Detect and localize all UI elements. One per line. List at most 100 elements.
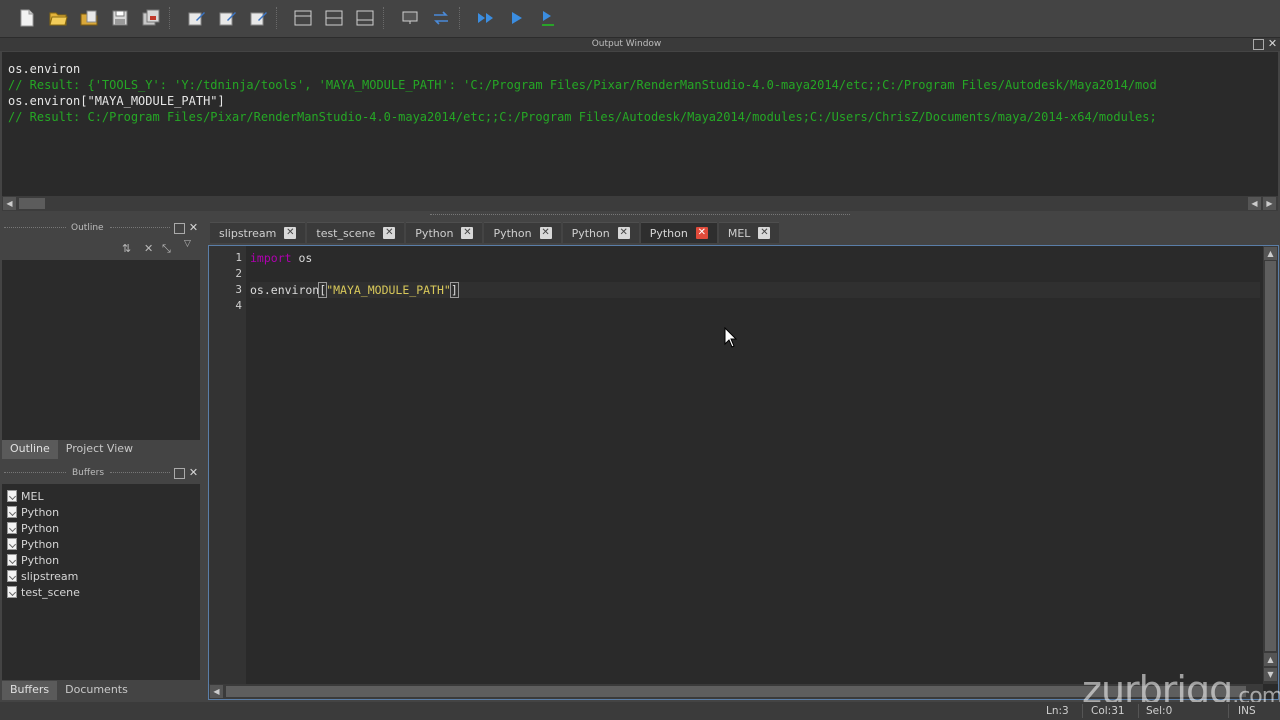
line-number: 2 — [235, 267, 242, 280]
new-file-button[interactable] — [14, 5, 40, 31]
fast-forward-icon — [478, 13, 493, 23]
tab-python-active[interactable]: Python ✕ — [640, 222, 717, 243]
tab-label: Python — [493, 226, 532, 240]
save-button[interactable] — [107, 5, 133, 31]
output-horizontal-scrollbar[interactable]: ◀ ◀ ▶ — [2, 196, 1278, 211]
panel-grip[interactable] — [4, 472, 66, 475]
tab-slipstream[interactable]: slipstream ✕ — [210, 222, 306, 243]
buffer-item[interactable]: Python — [2, 520, 200, 536]
layout-middle-button[interactable] — [321, 5, 347, 31]
line-number: 4 — [235, 299, 242, 312]
layout-split-icon — [325, 10, 343, 26]
edit-action-2-button[interactable] — [214, 5, 240, 31]
scroll-right-icon[interactable]: ▶ — [1263, 197, 1276, 210]
scroll-left-icon[interactable]: ◀ — [1248, 197, 1261, 210]
outline-tree[interactable] — [2, 260, 200, 440]
outline-toolbar: ⇅ ✕ ⤡ ▽ — [120, 239, 200, 258]
close-icon[interactable]: ✕ — [1267, 38, 1278, 50]
buffer-item[interactable]: Python — [2, 552, 200, 568]
execute-button[interactable] — [504, 5, 530, 31]
close-tab-icon[interactable]: ✕ — [758, 227, 771, 239]
layout-top-icon — [294, 10, 312, 26]
buffer-item-label: Python — [21, 521, 60, 535]
scrollbar-thumb[interactable] — [1265, 261, 1276, 651]
close-tab-icon[interactable]: ✕ — [383, 227, 396, 239]
tab-label: Python — [571, 226, 610, 240]
identifier-token: os.environ — [250, 283, 320, 297]
new-file-icon — [20, 9, 34, 27]
tab-label: Python — [649, 226, 688, 240]
scroll-left-icon[interactable]: ◀ — [3, 197, 16, 210]
code-area[interactable]: import os os.environ["MAYA_MODULE_PATH"] — [250, 246, 1260, 684]
code-line-3[interactable]: os.environ["MAYA_MODULE_PATH"] — [250, 282, 1260, 298]
tab-python-3[interactable]: Python ✕ — [562, 222, 639, 243]
close-tab-icon[interactable]: ✕ — [695, 227, 708, 239]
save-all-icon — [142, 9, 160, 26]
tab-documents[interactable]: Documents — [57, 681, 136, 700]
float-panel-icon[interactable] — [174, 223, 185, 234]
float-panel-icon[interactable] — [174, 468, 185, 479]
tab-project-view[interactable]: Project View — [58, 440, 141, 459]
close-tab-icon[interactable]: ✕ — [461, 227, 474, 239]
tab-python-1[interactable]: Python ✕ — [406, 222, 483, 243]
edit-action-1-button[interactable] — [183, 5, 209, 31]
bracket-token: ] — [449, 282, 459, 298]
panel-grip[interactable] — [4, 227, 66, 230]
folder-open-icon — [49, 12, 68, 26]
buffer-item[interactable]: test_scene — [2, 584, 200, 600]
scroll-left-icon[interactable]: ◀ — [210, 685, 223, 698]
scroll-up-icon[interactable]: ▲ — [1264, 247, 1277, 260]
tab-buffers[interactable]: Buffers — [2, 681, 58, 700]
close-tab-icon[interactable]: ✕ — [284, 227, 297, 239]
buffer-item[interactable]: MEL — [2, 488, 200, 504]
output-window-content[interactable]: os.environ // Result: {'TOOLS_Y': 'Y:/td… — [2, 52, 1278, 196]
tab-python-2[interactable]: Python ✕ — [484, 222, 561, 243]
panel-grip[interactable] — [110, 472, 170, 475]
buffer-item[interactable]: Python — [2, 536, 200, 552]
close-tab-icon[interactable]: ✕ — [539, 227, 552, 239]
layout-bottom-button[interactable] — [352, 5, 378, 31]
script-file-icon — [7, 506, 17, 518]
scrollbar-thumb[interactable] — [19, 198, 45, 209]
panel-grip[interactable] — [110, 227, 170, 230]
tab-test-scene[interactable]: test_scene ✕ — [307, 222, 405, 243]
code-line-1[interactable]: import os — [250, 250, 312, 266]
toggle-output-button[interactable] — [397, 5, 423, 31]
edit-action-3-button[interactable] — [245, 5, 271, 31]
buffer-item[interactable]: slipstream — [2, 568, 200, 584]
toolbar-separator — [383, 7, 391, 29]
close-icon[interactable]: ✕ — [188, 467, 199, 479]
execute-line-button[interactable] — [535, 5, 561, 31]
tab-mel[interactable]: MEL ✕ — [718, 222, 780, 243]
open-project-button[interactable] — [76, 5, 102, 31]
chevron-down-icon[interactable]: ▽ — [184, 239, 191, 249]
float-panel-icon[interactable] — [1253, 39, 1264, 50]
editor-tab-strip: slipstream ✕ test_scene ✕ Python ✕ Python ✕ … — [210, 222, 1278, 243]
editor-vertical-scrollbar[interactable]: ▲ ▲ ▼ — [1263, 246, 1278, 684]
buffer-item-label: test_scene — [21, 585, 80, 599]
layout-top-button[interactable] — [290, 5, 316, 31]
close-tab-icon[interactable]: ✕ — [617, 227, 630, 239]
open-file-button[interactable] — [45, 5, 71, 31]
status-separator — [1228, 704, 1229, 718]
output-command-line: os.environ["MAYA_MODULE_PATH"] — [8, 94, 225, 108]
swap-arrows-icon — [434, 11, 448, 25]
buffer-item[interactable]: Python — [2, 504, 200, 520]
code-editor[interactable]: 1 2 3 4 import os os.environ["MAYA_MODUL… — [208, 245, 1279, 700]
tab-label: test_scene — [316, 226, 376, 240]
splitter-handle[interactable] — [430, 214, 850, 217]
tab-outline[interactable]: Outline — [2, 440, 58, 459]
sort-alpha-icon[interactable]: ⇅ — [122, 242, 131, 255]
status-column: Col:31 — [1091, 705, 1125, 717]
save-all-button[interactable] — [138, 5, 164, 31]
expand-icon[interactable]: ⤡ — [162, 242, 171, 256]
close-icon[interactable]: ✕ — [188, 222, 199, 234]
layout-bottom-icon — [356, 10, 374, 26]
output-command-line: os.environ — [8, 62, 81, 76]
buffers-list: MEL Python Python Python Python slipstre… — [2, 484, 200, 680]
execute-all-button[interactable] — [473, 5, 499, 31]
swap-button[interactable] — [428, 5, 454, 31]
scroll-up-icon[interactable]: ▲ — [1264, 653, 1277, 666]
collapse-icon[interactable]: ✕ — [144, 242, 153, 255]
save-icon — [112, 10, 128, 26]
